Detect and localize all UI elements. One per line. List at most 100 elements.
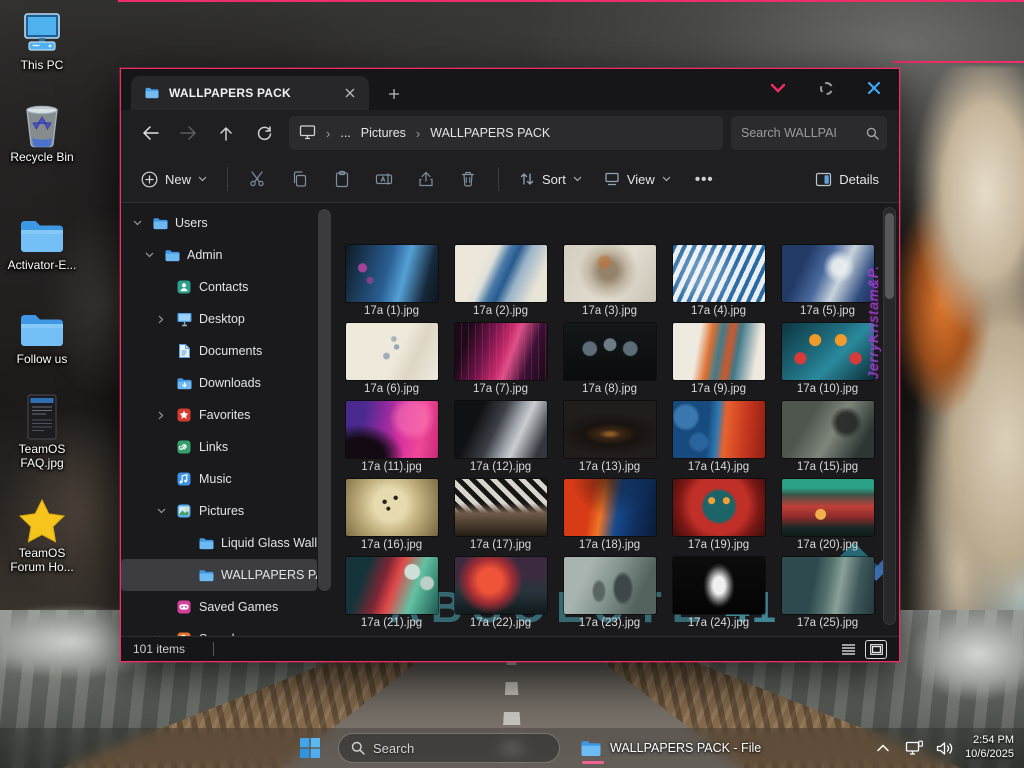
- file-item[interactable]: 17a (4).jpg: [664, 245, 773, 323]
- breadcrumb-item-current[interactable]: WALLPAPERS PACK: [430, 126, 550, 140]
- file-item[interactable]: 17a (8).jpg: [555, 323, 664, 401]
- file-item[interactable]: 17a (17).jpg: [446, 479, 555, 557]
- sidebar-item-favorites[interactable]: Favorites: [121, 399, 317, 431]
- files-pane[interactable]: ABSOLUTE41 17a (1).jpg17a (2).jpg17a (3)…: [333, 203, 899, 636]
- back-button[interactable]: [133, 118, 167, 148]
- refresh-button[interactable]: [247, 118, 281, 148]
- file-item[interactable]: 17a (19).jpg: [664, 479, 773, 557]
- file-item[interactable]: 17a (20).jpg: [773, 479, 882, 557]
- content-scrollbar-thumb[interactable]: [885, 213, 894, 299]
- breadcrumb-chevron-icon: ›: [416, 126, 420, 141]
- taskbar-search[interactable]: Search: [338, 733, 560, 763]
- sidebar-item-liquid-glass-wall[interactable]: Liquid Glass Wall: [121, 527, 317, 559]
- sidebar-item-contacts[interactable]: Contacts: [121, 271, 317, 303]
- file-item[interactable]: 17a (7).jpg: [446, 323, 555, 401]
- file-item[interactable]: 17a (14).jpg: [664, 401, 773, 479]
- sidebar-scrollbar[interactable]: [318, 209, 331, 591]
- breadcrumb[interactable]: › ... Pictures › WALLPAPERS PACK: [289, 116, 723, 150]
- sort-button[interactable]: Sort: [509, 165, 592, 193]
- file-item[interactable]: 17a (13).jpg: [555, 401, 664, 479]
- more-options-button[interactable]: •••: [683, 171, 726, 188]
- chevron-right-icon[interactable]: [153, 411, 169, 420]
- taskbar-app-explorer[interactable]: WALLPAPERS PACK - File: [570, 731, 771, 765]
- file-item[interactable]: 17a (24).jpg: [664, 557, 773, 635]
- desktop-icon-label: This PC: [2, 59, 82, 73]
- close-button[interactable]: [859, 75, 889, 101]
- share-button[interactable]: [409, 163, 443, 195]
- file-item[interactable]: 17a (23).jpg: [555, 557, 664, 635]
- paste-button[interactable]: [325, 163, 359, 195]
- new-tab-button[interactable]: [383, 83, 405, 105]
- sidebar-item-searches[interactable]: Searches: [121, 623, 317, 636]
- status-bar: 101 items: [121, 636, 899, 661]
- file-item[interactable]: 17a (15).jpg: [773, 401, 882, 479]
- file-name: 17a (23).jpg: [579, 617, 640, 629]
- sidebar-item-admin[interactable]: Admin: [121, 239, 317, 271]
- details-view-toggle[interactable]: [837, 640, 859, 659]
- sidebar-item-desktop[interactable]: Desktop: [121, 303, 317, 335]
- chevron-right-icon[interactable]: [153, 315, 169, 324]
- volume-icon[interactable]: [934, 733, 956, 763]
- file-item[interactable]: 17a (12).jpg: [446, 401, 555, 479]
- start-button[interactable]: [292, 731, 328, 765]
- file-item[interactable]: 17a (3).jpg: [555, 245, 664, 323]
- explorer-tab[interactable]: WALLPAPERS PACK: [131, 76, 369, 110]
- chevron-down-icon[interactable]: [153, 508, 169, 514]
- sidebar-item-users[interactable]: Users: [121, 207, 317, 239]
- file-item[interactable]: 17a (9).jpg: [664, 323, 773, 401]
- file-name: 17a (25).jpg: [797, 617, 858, 629]
- file-item[interactable]: 17a (21).jpg: [337, 557, 446, 635]
- list-view-icon: [842, 644, 855, 655]
- chevron-down-icon[interactable]: [141, 252, 157, 258]
- tray-overflow-chevron-icon[interactable]: [872, 733, 894, 763]
- copy-button[interactable]: [283, 163, 317, 195]
- sidebar-item-links[interactable]: Links: [121, 431, 317, 463]
- maximize-button[interactable]: [811, 75, 841, 101]
- sidebar-item-music[interactable]: Music: [121, 463, 317, 495]
- thumbnail-view-toggle[interactable]: [865, 640, 887, 659]
- forward-button[interactable]: [171, 118, 205, 148]
- tab-close-icon[interactable]: [339, 82, 361, 104]
- desktop-icon-follow-us[interactable]: Follow us: [2, 304, 82, 367]
- file-item[interactable]: 17a (18).jpg: [555, 479, 664, 557]
- file-item[interactable]: 17a (22).jpg: [446, 557, 555, 635]
- new-button[interactable]: New: [131, 165, 217, 194]
- details-button[interactable]: Details: [805, 166, 889, 193]
- desktop-icon-recycle-bin[interactable]: Recycle Bin: [2, 102, 82, 165]
- sidebar-item-pictures[interactable]: Pictures: [121, 495, 317, 527]
- title-bar[interactable]: WALLPAPERS PACK: [121, 69, 899, 110]
- file-name: 17a (17).jpg: [470, 539, 531, 551]
- desktop-icon-label: Recycle Bin: [2, 151, 82, 165]
- network-icon[interactable]: [903, 733, 925, 763]
- sidebar-item-downloads[interactable]: Downloads: [121, 367, 317, 399]
- file-item[interactable]: 17a (11).jpg: [337, 401, 446, 479]
- cut-button[interactable]: [241, 163, 275, 195]
- file-item[interactable]: 17a (6).jpg: [337, 323, 446, 401]
- file-item[interactable]: 17a (2).jpg: [446, 245, 555, 323]
- sidebar-item-saved-games[interactable]: Saved Games: [121, 591, 317, 623]
- rename-button[interactable]: [367, 163, 401, 195]
- view-button[interactable]: View: [594, 165, 681, 193]
- sidebar-item-wallpapers-pa[interactable]: WALLPAPERS PA: [121, 559, 317, 591]
- breadcrumb-device-icon[interactable]: [299, 124, 316, 143]
- file-item[interactable]: 17a (16).jpg: [337, 479, 446, 557]
- breadcrumb-item-pictures[interactable]: Pictures: [361, 126, 406, 140]
- up-button[interactable]: [209, 118, 243, 148]
- thumbnail-view-icon: [870, 644, 883, 655]
- file-item[interactable]: 17a (25).jpg: [773, 557, 882, 635]
- search-input[interactable]: Search WALLPAI: [731, 116, 887, 150]
- desktop-icon-activator[interactable]: Activator-E...: [2, 210, 82, 273]
- chevron-right-icon[interactable]: [153, 635, 169, 637]
- breadcrumb-overflow[interactable]: ...: [340, 126, 350, 140]
- file-item[interactable]: 17a (1).jpg: [337, 245, 446, 323]
- file-name: 17a (11).jpg: [361, 461, 422, 473]
- file-name: 17a (13).jpg: [579, 461, 640, 473]
- delete-button[interactable]: [451, 163, 485, 195]
- sidebar-item-documents[interactable]: Documents: [121, 335, 317, 367]
- taskbar-clock[interactable]: 2:54 PM 10/6/2025: [965, 734, 1018, 762]
- minimize-button[interactable]: [763, 75, 793, 101]
- desktop-icon-this-pc[interactable]: This PC: [2, 10, 82, 73]
- desktop-icon-teamos-faq[interactable]: TeamOS FAQ.jpg: [2, 394, 82, 471]
- desktop-icon-teamos-forum[interactable]: TeamOS Forum Ho...: [2, 498, 82, 575]
- chevron-down-icon[interactable]: [129, 220, 145, 226]
